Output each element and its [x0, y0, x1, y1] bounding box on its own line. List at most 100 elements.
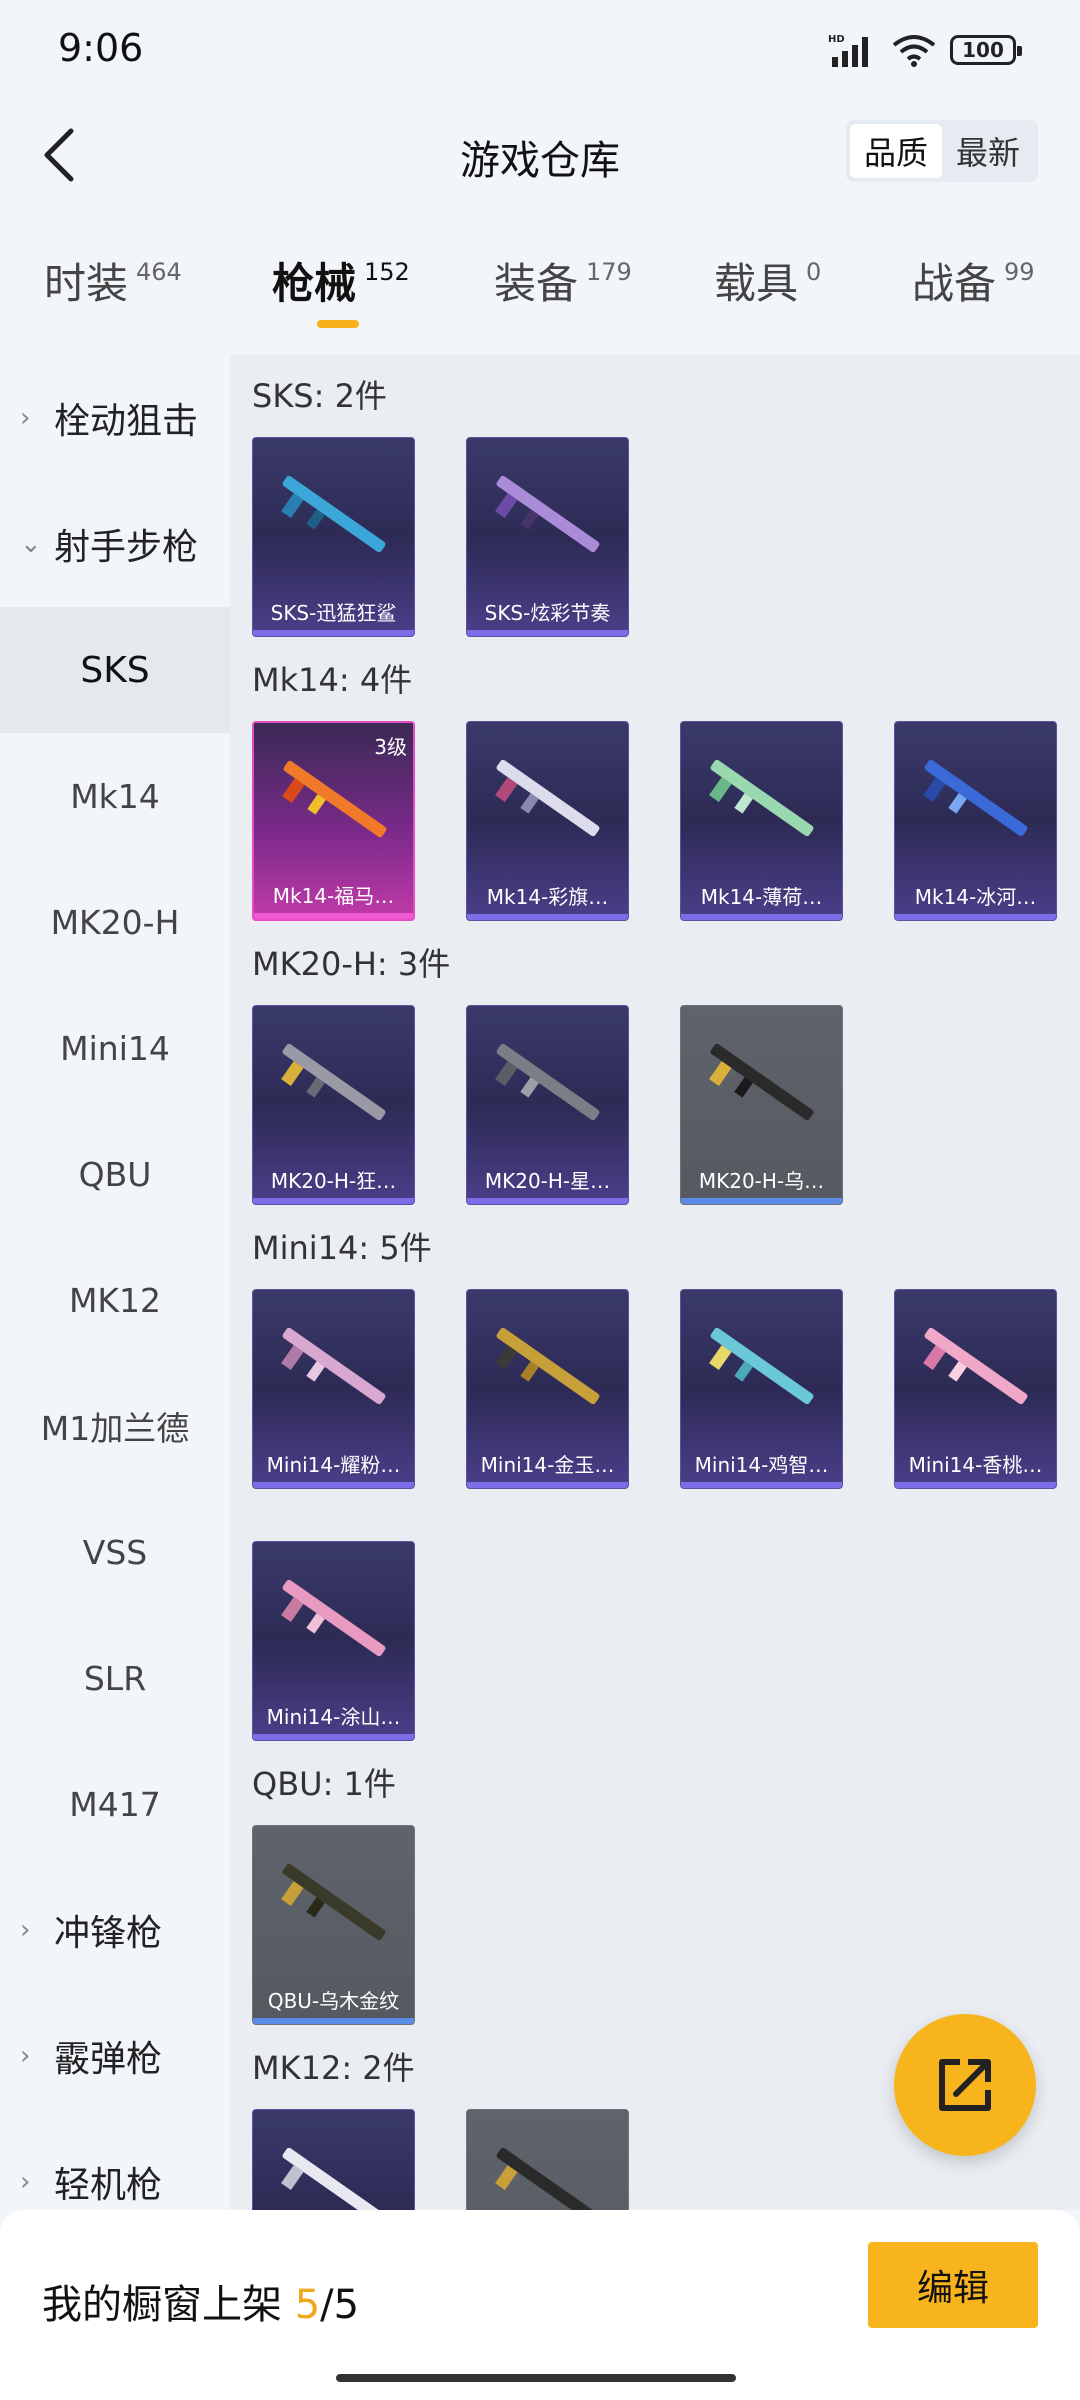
rifle-icon — [923, 759, 1028, 837]
chevron-right-icon: › — [20, 1915, 31, 1945]
sidebar: › 栓动狙击 ⌄ 射手步枪 SKS Mk14 MK20-H Mini14 QBU… — [0, 355, 230, 2210]
item-name: Mini14-金玉… — [480, 1453, 615, 1477]
tab-vehicles[interactable]: 载具 0 — [714, 250, 821, 340]
showcase-separator: / — [320, 2282, 334, 2328]
sidebar-item-mk14[interactable]: Mk14 — [0, 733, 230, 859]
rarity-bar — [253, 1482, 414, 1488]
sidebar-group-label: 冲锋枪 — [54, 1913, 163, 1954]
rarity-bar — [681, 1198, 842, 1204]
sidebar-group-smg[interactable]: › 冲锋枪 — [0, 1867, 230, 1993]
sidebar-item-sks[interactable]: SKS — [0, 607, 230, 733]
item-card[interactable] — [252, 2109, 415, 2210]
tab-count: 152 — [364, 258, 410, 286]
rarity-bar — [895, 914, 1056, 920]
item-name: Mini14-涂山… — [266, 1705, 401, 1729]
section-title: MK20-H: 3件 — [252, 945, 451, 983]
item-card[interactable]: QBU-乌木金纹 — [252, 1825, 415, 2025]
sidebar-item-vss[interactable]: VSS — [0, 1489, 230, 1615]
header: 游戏仓库 品质 最新 — [0, 100, 1080, 210]
item-card[interactable]: Mini14-涂山… — [252, 1541, 415, 1741]
sidebar-group-lmg[interactable]: › 轻机枪 — [0, 2119, 230, 2210]
item-name: QBU-乌木金纹 — [267, 1989, 400, 2013]
tab-fashion[interactable]: 时装 464 — [44, 250, 182, 340]
tab-count: 464 — [136, 258, 182, 286]
tab-count: 0 — [806, 258, 822, 286]
tab-label: 枪械 — [272, 259, 357, 308]
rarity-bar — [467, 914, 628, 920]
sidebar-item-mk12[interactable]: MK12 — [0, 1237, 230, 1363]
item-name: Mk14-薄荷… — [700, 885, 823, 909]
item-card[interactable]: Mini14-耀粉… — [252, 1289, 415, 1489]
battery-indicator: 100 — [950, 35, 1022, 65]
item-card[interactable]: SKS-炫彩节奏 — [466, 437, 629, 637]
rarity-bar — [681, 914, 842, 920]
sidebar-item-qbu[interactable]: QBU — [0, 1111, 230, 1237]
item-card[interactable]: Mk14-彩旗… — [466, 721, 629, 921]
rifle-icon — [495, 2147, 600, 2210]
chevron-down-icon: ⌄ — [20, 529, 42, 559]
rifle-icon — [495, 1043, 600, 1121]
rarity-bar — [467, 630, 628, 636]
item-card[interactable]: MK20-H-星… — [466, 1005, 629, 1205]
sidebar-item-mini14[interactable]: Mini14 — [0, 985, 230, 1111]
item-card[interactable]: Mini14-金玉… — [466, 1289, 629, 1489]
tab-label: 战备 — [912, 259, 997, 308]
bottom-bar: 我的橱窗上架 5/5 编辑 — [0, 2210, 1080, 2400]
item-card[interactable]: MK20-H-乌… — [680, 1005, 843, 1205]
tab-equipment[interactable]: 装备 179 — [494, 250, 632, 340]
home-indicator — [336, 2374, 736, 2382]
share-button[interactable] — [894, 2014, 1036, 2156]
item-name: MK20-H-乌… — [698, 1169, 825, 1193]
share-external-icon — [939, 2059, 991, 2111]
item-card[interactable]: SKS-迅猛狂鲨 — [252, 437, 415, 637]
rifle-icon — [495, 1327, 600, 1405]
sort-option-latest[interactable]: 最新 — [942, 124, 1034, 178]
sidebar-group-shotgun[interactable]: › 霰弹枪 — [0, 1993, 230, 2119]
sidebar-group-marksman[interactable]: ⌄ 射手步枪 — [0, 481, 230, 607]
rifle-icon — [281, 1579, 386, 1657]
tab-count: 99 — [1004, 258, 1035, 286]
sidebar-item-m1garand[interactable]: M1加兰德 — [0, 1363, 230, 1489]
section-title: QBU: 1件 — [252, 1765, 396, 1803]
sidebar-group-label: 轻机枪 — [54, 2165, 163, 2206]
category-tabs: 时装 464 枪械 152 装备 179 载具 0 战备 99 — [0, 250, 1080, 340]
rifle-icon — [282, 760, 387, 838]
item-card[interactable]: 3级 Mk14-福马… — [252, 721, 415, 921]
item-card[interactable]: Mini14-香桃… — [894, 1289, 1057, 1489]
item-card[interactable]: Mk14-冰河… — [894, 721, 1057, 921]
item-name: Mk14-冰河… — [914, 885, 1037, 909]
item-card[interactable] — [466, 2109, 629, 2210]
status-icons: HD 100 — [828, 30, 1022, 70]
section-title: MK12: 2件 — [252, 2049, 415, 2087]
section-title: SKS: 2件 — [252, 377, 387, 415]
rifle-icon — [495, 475, 600, 553]
section-title: Mini14: 5件 — [252, 1229, 432, 1267]
edit-button[interactable]: 编辑 — [868, 2242, 1038, 2328]
item-card[interactable]: Mini14-鸡智… — [680, 1289, 843, 1489]
tab-label: 装备 — [494, 259, 579, 308]
status-bar: 9:06 HD 100 — [0, 0, 1080, 100]
sidebar-item-m417[interactable]: M417 — [0, 1741, 230, 1867]
sidebar-group-bolt-sniper[interactable]: › 栓动狙击 — [0, 355, 230, 481]
sort-option-quality[interactable]: 品质 — [849, 124, 942, 178]
sidebar-group-label: 霰弹枪 — [54, 2039, 163, 2080]
rarity-bar — [681, 1482, 842, 1488]
sidebar-item-mk20h[interactable]: MK20-H — [0, 859, 230, 985]
rifle-icon — [709, 1327, 814, 1405]
item-card[interactable]: MK20-H-狂… — [252, 1005, 415, 1205]
showcase-count: 5 — [294, 2282, 321, 2328]
showcase-label: 我的橱窗上架 — [42, 2282, 282, 2328]
sidebar-item-slr[interactable]: SLR — [0, 1615, 230, 1741]
rarity-bar — [254, 913, 413, 919]
rifle-icon — [281, 1327, 386, 1405]
signal-icon: HD — [828, 34, 868, 67]
hd-badge: HD — [828, 34, 845, 45]
tab-supplies[interactable]: 战备 99 — [912, 250, 1035, 340]
tab-label: 载具 — [714, 259, 799, 308]
chevron-right-icon: › — [20, 2167, 31, 2197]
item-name: Mk14-彩旗… — [486, 885, 609, 909]
item-name: SKS-迅猛狂鲨 — [270, 601, 397, 625]
rifle-icon — [709, 759, 814, 837]
showcase-status: 我的橱窗上架 5/5 — [42, 2272, 359, 2330]
item-card[interactable]: Mk14-薄荷… — [680, 721, 843, 921]
